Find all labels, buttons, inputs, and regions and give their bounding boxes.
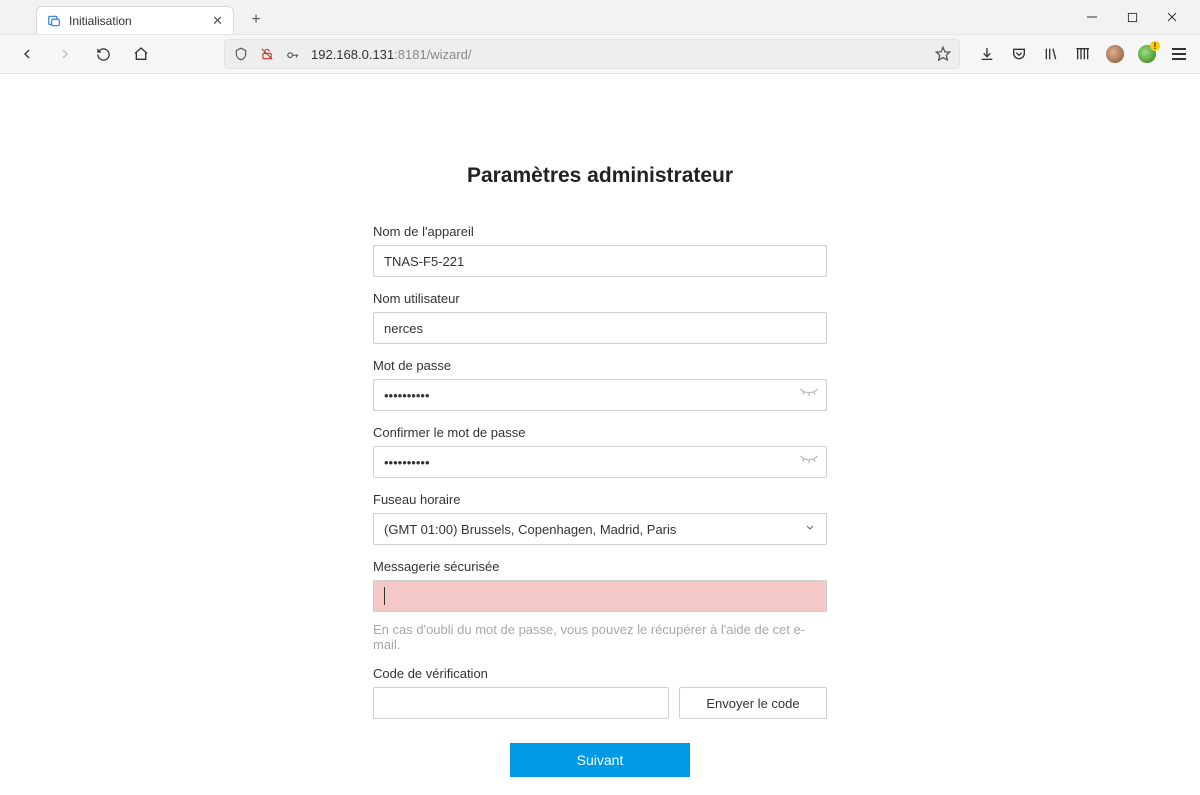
page-content: Paramètres administrateur Nom de l'appar… bbox=[0, 74, 1200, 795]
maximize-button[interactable] bbox=[1112, 1, 1152, 33]
browser-tab[interactable]: Initialisation ✕ bbox=[36, 6, 234, 34]
admin-settings-form: Nom de l'appareil Nom utilisateur Mot de… bbox=[373, 224, 827, 719]
confirm-password-field: Confirmer le mot de passe bbox=[373, 425, 827, 478]
timezone-select[interactable]: (GMT 01:00) Brussels, Copenhagen, Madrid… bbox=[373, 513, 827, 545]
shield-icon[interactable] bbox=[233, 46, 249, 62]
library-icon[interactable] bbox=[1042, 45, 1060, 63]
download-icon[interactable] bbox=[978, 45, 996, 63]
text-cursor bbox=[384, 587, 385, 605]
verification-code-field: Code de vérification Envoyer le code bbox=[373, 666, 827, 719]
send-code-button[interactable]: Envoyer le code bbox=[679, 687, 827, 719]
menu-icon[interactable] bbox=[1170, 45, 1188, 63]
confirm-password-input[interactable] bbox=[373, 446, 827, 478]
tab-title: Initialisation bbox=[69, 14, 204, 28]
navigation-toolbar: 192.168.0.131:8181/wizard/ bbox=[0, 34, 1200, 74]
home-button[interactable] bbox=[126, 39, 156, 69]
footer: Suivant bbox=[0, 743, 1200, 777]
secure-email-label: Messagerie sécurisée bbox=[373, 559, 827, 574]
username-field: Nom utilisateur bbox=[373, 291, 827, 344]
password-label: Mot de passe bbox=[373, 358, 827, 373]
back-button[interactable] bbox=[12, 39, 42, 69]
key-icon[interactable] bbox=[285, 46, 301, 62]
close-window-button[interactable] bbox=[1152, 1, 1192, 33]
eye-icon[interactable] bbox=[799, 386, 819, 404]
tab-strip: Initialisation ✕ + bbox=[0, 0, 1200, 34]
forward-button[interactable] bbox=[50, 39, 80, 69]
secure-email-hint: En cas d'oubli du mot de passe, vous pou… bbox=[373, 622, 827, 652]
extension-avatar-icon[interactable] bbox=[1138, 45, 1156, 63]
browser-chrome: Initialisation ✕ + bbox=[0, 0, 1200, 74]
reload-button[interactable] bbox=[88, 39, 118, 69]
close-icon[interactable]: ✕ bbox=[212, 13, 223, 29]
password-input[interactable] bbox=[373, 379, 827, 411]
star-icon[interactable] bbox=[935, 46, 951, 62]
verification-code-input[interactable] bbox=[373, 687, 669, 719]
pocket-icon[interactable] bbox=[1010, 45, 1028, 63]
profile-avatar-icon[interactable] bbox=[1106, 45, 1124, 63]
lock-slash-icon[interactable] bbox=[259, 46, 275, 62]
toolbar-right-icons bbox=[978, 45, 1188, 63]
eye-icon[interactable] bbox=[799, 453, 819, 471]
timezone-label: Fuseau horaire bbox=[373, 492, 827, 507]
timezone-value: (GMT 01:00) Brussels, Copenhagen, Madrid… bbox=[384, 522, 676, 537]
window-controls bbox=[1072, 0, 1192, 34]
confirm-password-label: Confirmer le mot de passe bbox=[373, 425, 827, 440]
tab-favicon-icon bbox=[47, 14, 61, 28]
secure-email-field: Messagerie sécurisée En cas d'oubli du m… bbox=[373, 559, 827, 652]
url-text: 192.168.0.131:8181/wizard/ bbox=[311, 47, 925, 62]
address-bar[interactable]: 192.168.0.131:8181/wizard/ bbox=[224, 39, 960, 69]
url-path: :8181/wizard/ bbox=[394, 47, 471, 62]
secure-email-input[interactable] bbox=[373, 580, 827, 612]
minimize-button[interactable] bbox=[1072, 1, 1112, 33]
device-name-input[interactable] bbox=[373, 245, 827, 277]
verification-code-label: Code de vérification bbox=[373, 666, 827, 681]
device-name-field: Nom de l'appareil bbox=[373, 224, 827, 277]
grid-icon[interactable] bbox=[1074, 45, 1092, 63]
password-field: Mot de passe bbox=[373, 358, 827, 411]
page-title: Paramètres administrateur bbox=[0, 164, 1200, 188]
timezone-field: Fuseau horaire (GMT 01:00) Brussels, Cop… bbox=[373, 492, 827, 545]
username-input[interactable] bbox=[373, 312, 827, 344]
username-label: Nom utilisateur bbox=[373, 291, 827, 306]
chevron-down-icon bbox=[804, 522, 816, 537]
device-name-label: Nom de l'appareil bbox=[373, 224, 827, 239]
next-button[interactable]: Suivant bbox=[510, 743, 690, 777]
new-tab-button[interactable]: + bbox=[242, 6, 270, 34]
url-host: 192.168.0.131 bbox=[311, 47, 394, 62]
